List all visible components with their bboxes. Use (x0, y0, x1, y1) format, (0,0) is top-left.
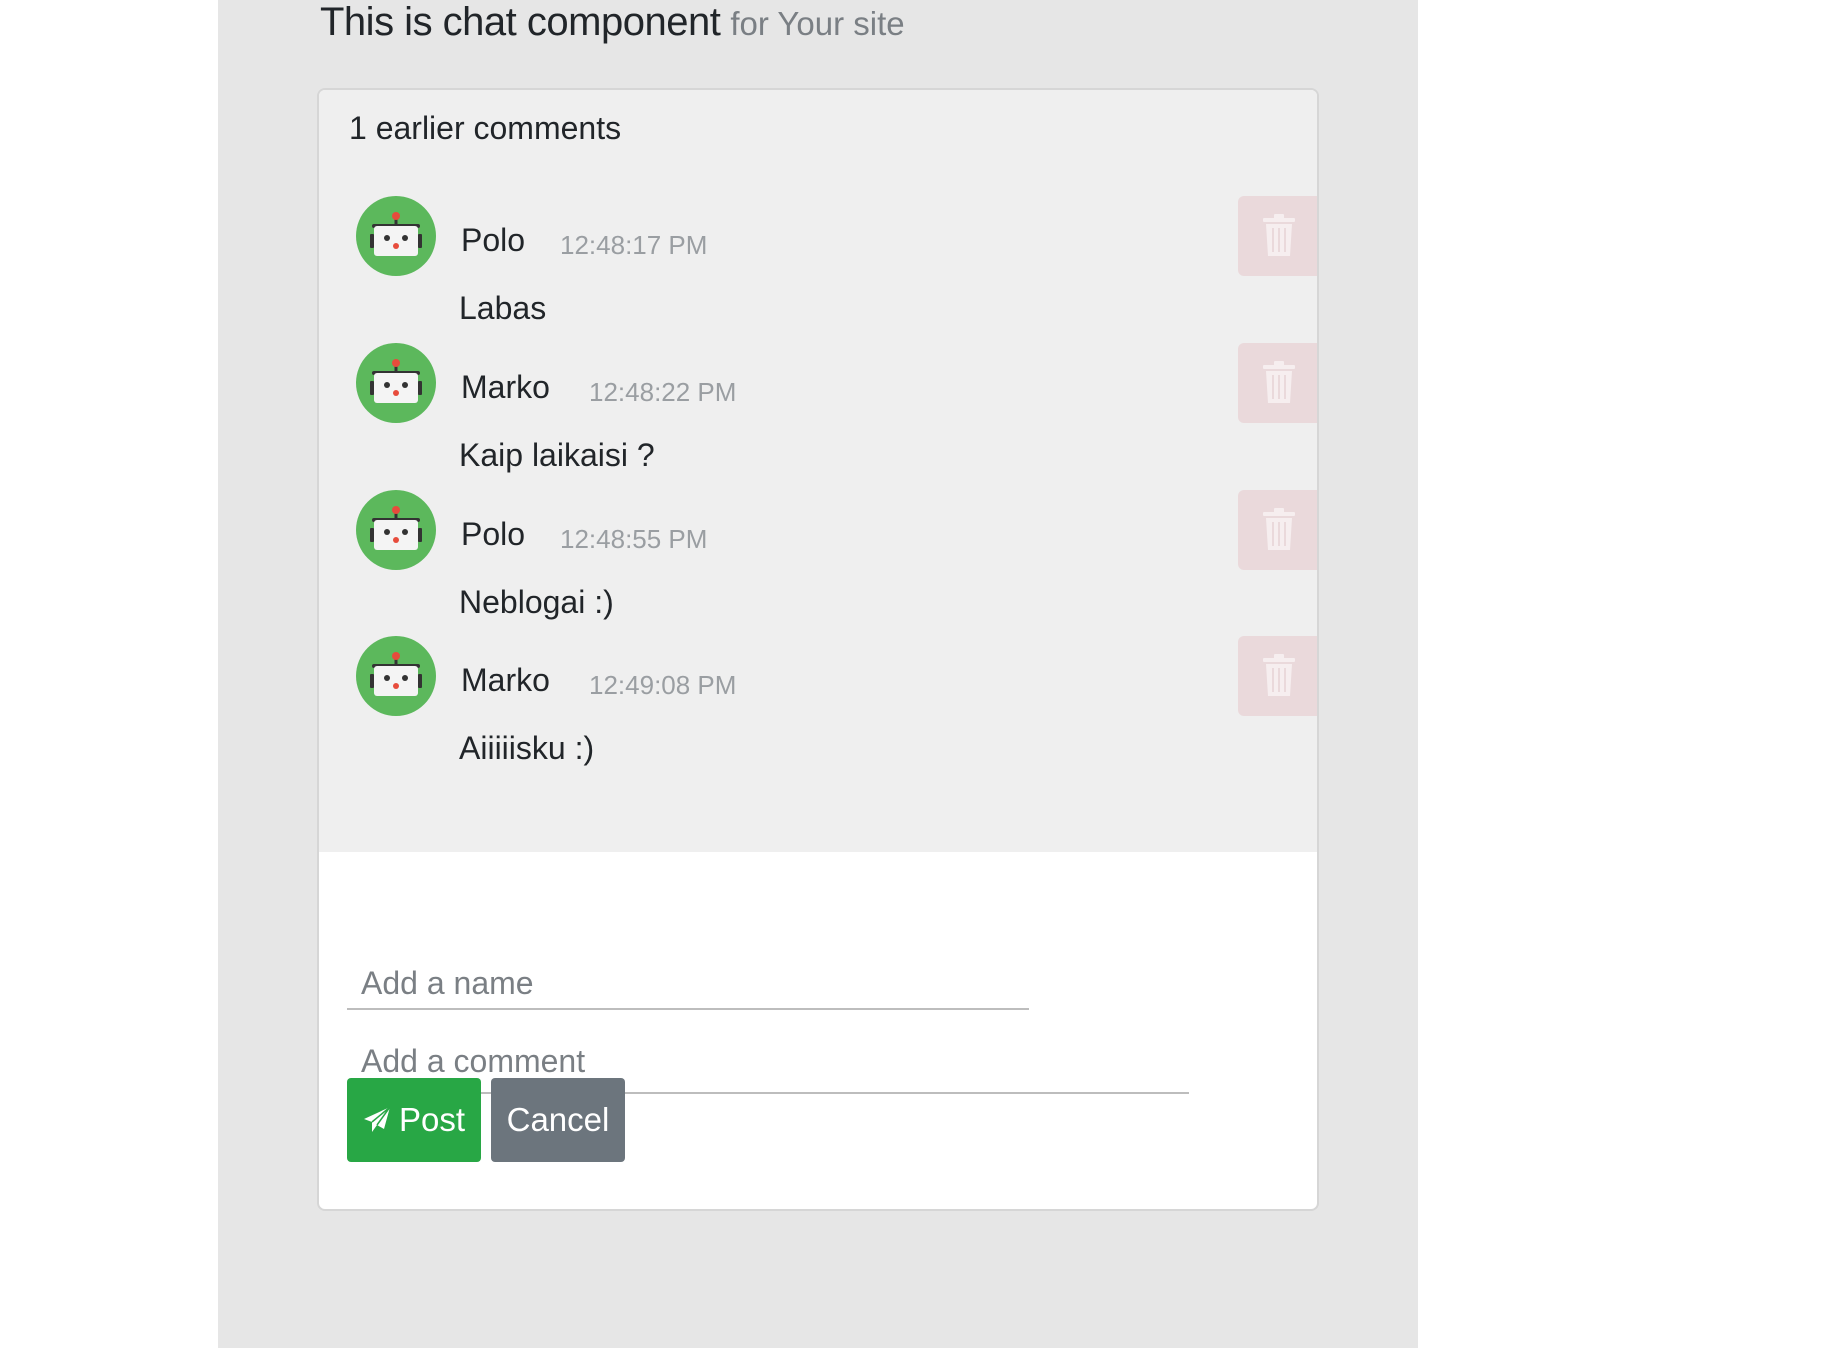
comment-author: Polo (461, 516, 526, 552)
comment-text: Neblogai :) (459, 584, 614, 620)
comment-text: Kaip laikaisi ? (459, 437, 655, 473)
robot-icon (370, 212, 422, 256)
trash-icon (1263, 508, 1295, 550)
delete-comment-button[interactable] (1238, 343, 1317, 423)
trash-icon (1263, 214, 1295, 256)
comment-item: Polo 12:48:55 PM Neblogai :) (319, 490, 1317, 630)
avatar (356, 490, 436, 570)
avatar (356, 196, 436, 276)
comment-text: Labas (459, 290, 547, 326)
comment-time: 12:48:22 PM (589, 377, 737, 407)
page-subtitle: for Your site (730, 5, 905, 42)
page-title: This is chat component (320, 0, 721, 44)
comment-time: 12:49:08 PM (589, 670, 737, 700)
comments-panel: 1 earlier comments Polo 12:48:17 PM Laba (319, 90, 1317, 852)
avatar (356, 636, 436, 716)
comment-item: Marko 12:48:22 PM Kaip laikaisi ? (319, 343, 1317, 483)
trash-icon (1263, 654, 1295, 696)
comment-text: Aiiiiisku :) (459, 730, 595, 766)
chat-card: 1 earlier comments Polo 12:48:17 PM Laba (317, 88, 1319, 1211)
comment-author: Polo (461, 222, 526, 258)
paper-plane-icon (363, 1106, 391, 1132)
post-button-label: Post (398, 1101, 466, 1138)
comment-time: 12:48:55 PM (560, 524, 708, 554)
earlier-comments-label[interactable]: 1 earlier comments (349, 110, 621, 147)
comment-item: Polo 12:48:17 PM Labas (319, 196, 1317, 336)
post-button[interactable]: Post (347, 1078, 481, 1162)
page-heading: This is chat component for Your site (320, 0, 905, 60)
comment-author: Marko (461, 369, 550, 405)
comment-time: 12:48:17 PM (560, 230, 708, 260)
robot-icon (370, 506, 422, 550)
cancel-button-label: Cancel (506, 1101, 610, 1138)
delete-comment-button[interactable] (1238, 490, 1317, 570)
delete-comment-button[interactable] (1238, 636, 1317, 716)
delete-comment-button[interactable] (1238, 196, 1317, 276)
robot-icon (370, 652, 422, 696)
robot-icon (370, 359, 422, 403)
cancel-button[interactable]: Cancel (491, 1078, 625, 1162)
avatar (356, 343, 436, 423)
name-input[interactable] (347, 958, 1029, 1010)
trash-icon (1263, 361, 1295, 403)
comment-author: Marko (461, 662, 550, 698)
comment-item: Marko 12:49:08 PM Aiiiiisku :) (319, 636, 1317, 776)
